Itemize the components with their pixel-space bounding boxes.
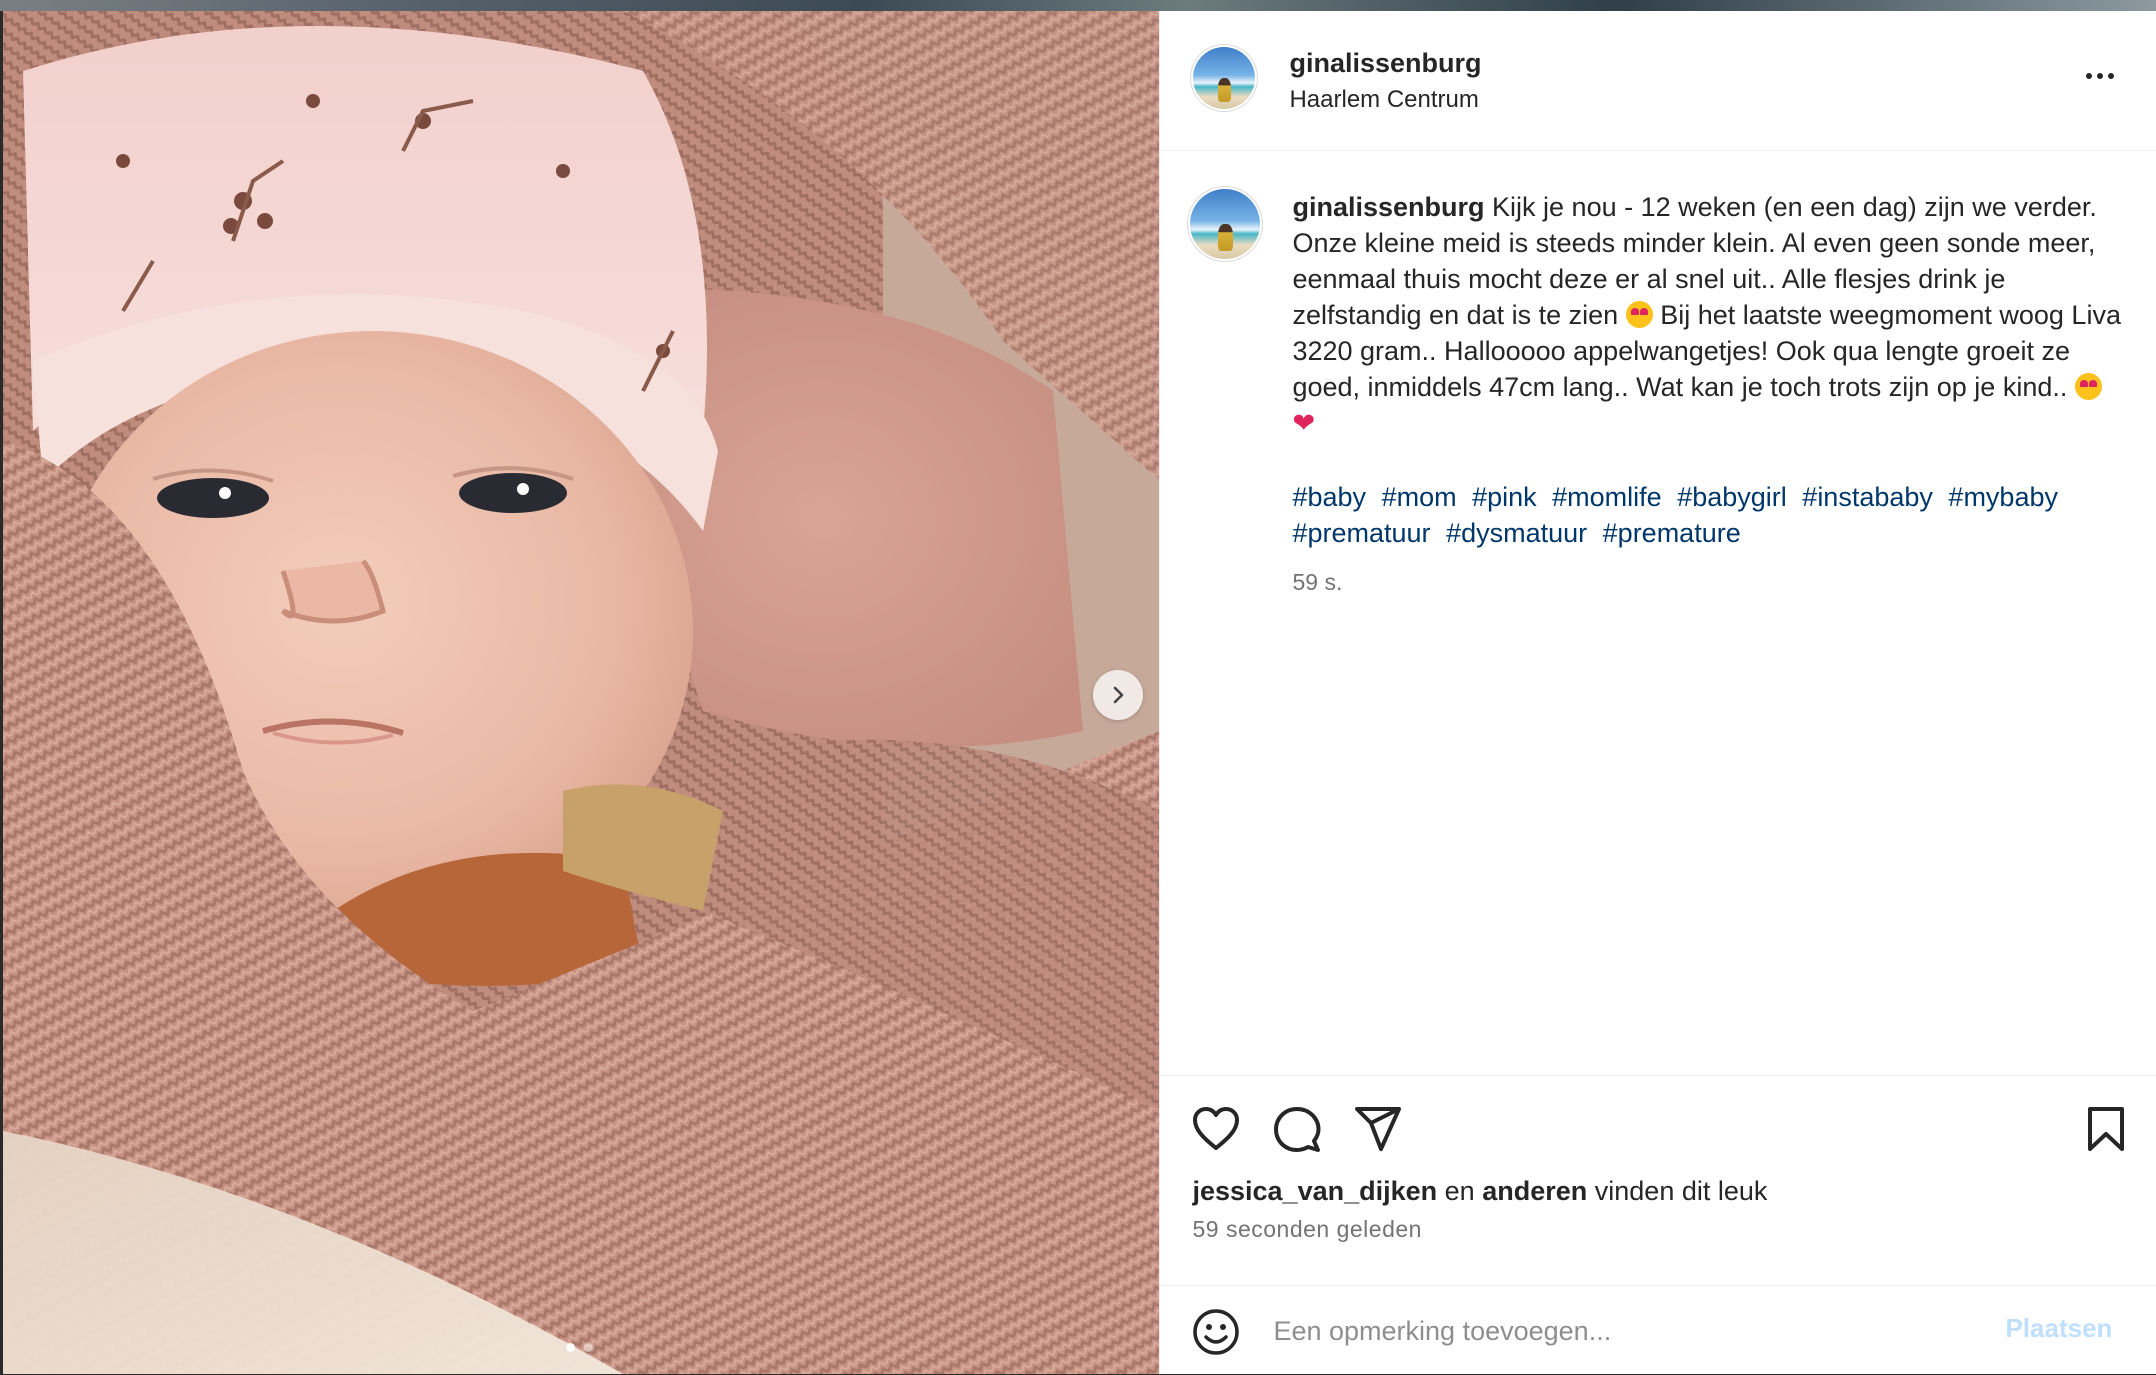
post-location[interactable]: Haarlem Centrum bbox=[1289, 86, 1478, 114]
likes-others-link[interactable]: anderen bbox=[1482, 1176, 1587, 1206]
likes-and: en bbox=[1444, 1176, 1475, 1206]
bookmark-icon[interactable] bbox=[2087, 1106, 2125, 1152]
carousel-indicator bbox=[566, 1343, 593, 1352]
hashtag-link[interactable]: #pink bbox=[1472, 482, 1537, 512]
heart-eyes-emoji bbox=[1625, 301, 1653, 328]
hashtag-link[interactable]: #premature bbox=[1603, 518, 1741, 548]
comment-bar: Plaatsen bbox=[1160, 1285, 2156, 1375]
heart-icon[interactable] bbox=[1192, 1106, 1240, 1152]
liker-username[interactable]: jessica_van_dijken bbox=[1192, 1176, 1437, 1206]
chevron-right-icon bbox=[1113, 686, 1124, 704]
post-comment-button[interactable]: Plaatsen bbox=[2005, 1313, 2112, 1344]
emoji-icon[interactable] bbox=[1192, 1308, 1240, 1356]
carousel-dot bbox=[584, 1343, 593, 1352]
likes-suffix: vinden dit leuk bbox=[1594, 1176, 1768, 1206]
post-media[interactable] bbox=[3, 11, 1160, 1374]
caption-text: ginalissenburg Kijk je nou - 12 weken (e… bbox=[1292, 189, 2122, 441]
post-timestamp[interactable]: 59 seconden geleden bbox=[1192, 1216, 1421, 1243]
caption-username[interactable]: ginalissenburg bbox=[1292, 192, 1484, 222]
hashtag-link[interactable]: #babygirl bbox=[1677, 482, 1787, 512]
carousel-dot bbox=[566, 1343, 575, 1352]
post-photo bbox=[3, 11, 1160, 1374]
caption-avatar[interactable] bbox=[1190, 189, 1261, 259]
background-strip bbox=[0, 0, 2156, 11]
hashtags: #baby #mom #pink #momlife #babygirl #ins… bbox=[1292, 479, 2122, 551]
comment-icon[interactable] bbox=[1273, 1106, 1321, 1154]
comment-input[interactable] bbox=[1271, 1308, 1976, 1354]
heart-eyes-emoji bbox=[2074, 373, 2102, 400]
avatar[interactable] bbox=[1193, 47, 1256, 109]
post-modal: ginalissenburg Haarlem Centrum ginalisse… bbox=[3, 11, 2156, 1374]
hashtag-link[interactable]: #dysmatuur bbox=[1446, 518, 1587, 548]
next-slide-button[interactable] bbox=[1093, 670, 1143, 720]
share-icon[interactable] bbox=[1354, 1106, 1402, 1152]
hashtag-link[interactable]: #prematuur bbox=[1292, 518, 1430, 548]
hashtag-link[interactable]: #mom bbox=[1382, 482, 1457, 512]
hashtag-link[interactable]: #instababy bbox=[1802, 482, 1933, 512]
post-username[interactable]: ginalissenburg bbox=[1289, 48, 1481, 79]
action-bar: jessica_van_dijken en anderen vinden dit… bbox=[1160, 1075, 2156, 1286]
hashtag-link[interactable]: #momlife bbox=[1552, 482, 1662, 512]
post-header: ginalissenburg Haarlem Centrum bbox=[1160, 11, 2156, 151]
more-icon[interactable] bbox=[2086, 73, 2115, 79]
caption-time[interactable]: 59 s. bbox=[1292, 569, 1342, 596]
red-heart-emoji: ❤ bbox=[1292, 408, 1316, 438]
caption-section: ginalissenburg Kijk je nou - 12 weken (e… bbox=[1160, 151, 2156, 1075]
likes-summary: jessica_van_dijken en anderen vinden dit… bbox=[1192, 1176, 1767, 1207]
post-side-panel: ginalissenburg Haarlem Centrum ginalisse… bbox=[1159, 11, 2156, 1374]
hashtag-link[interactable]: #mybaby bbox=[1948, 482, 2058, 512]
hashtag-link[interactable]: #baby bbox=[1292, 482, 1366, 512]
